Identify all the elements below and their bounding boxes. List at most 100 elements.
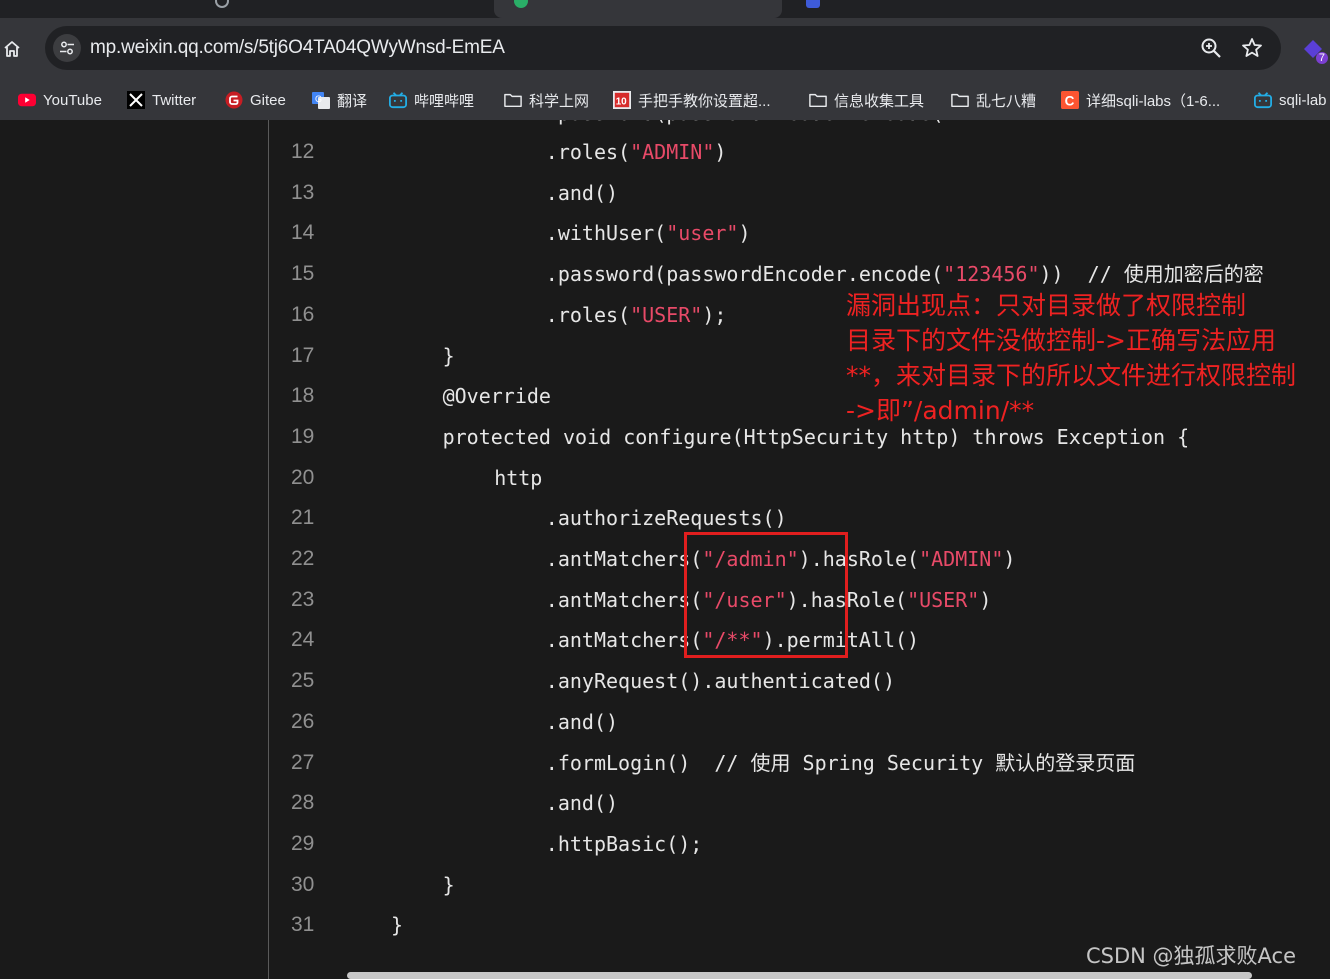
x-icon bbox=[127, 91, 145, 109]
translate-icon: G bbox=[312, 91, 330, 109]
home-button[interactable] bbox=[0, 36, 24, 62]
bookmark-gitee[interactable]: Gitee bbox=[225, 86, 286, 114]
string-literal: "ADMIN" bbox=[919, 547, 1004, 571]
bookmark-label: 详细sqli-labs（1-6... bbox=[1086, 92, 1221, 110]
code-token: ); bbox=[702, 302, 727, 327]
bookmark-label: YouTube bbox=[43, 91, 102, 109]
code-text: @Override bbox=[443, 381, 551, 411]
code-text: http bbox=[494, 463, 542, 493]
tab-4[interactable] bbox=[786, 0, 1086, 18]
code-text: .and() bbox=[546, 707, 618, 737]
wechat-icon bbox=[514, 0, 528, 8]
zoom-button[interactable] bbox=[1200, 37, 1222, 63]
code-line: 27 .formLogin() // 使用 Spring Security 默认的… bbox=[269, 743, 1330, 783]
line-number: 18 bbox=[291, 384, 315, 408]
code-text: .roles("ADMIN") bbox=[546, 137, 727, 167]
extension-button[interactable]: 7 bbox=[1302, 38, 1328, 64]
code-token: )) // 使用加密后的密 bbox=[1039, 262, 1264, 287]
line-number: 15 bbox=[291, 262, 315, 286]
bilibili-icon bbox=[1254, 91, 1272, 109]
bookmark-bilibili[interactable]: 哔哩哔哩 bbox=[389, 86, 474, 114]
youtube-icon bbox=[18, 91, 36, 109]
code-line: 14 .withUser("user") bbox=[269, 213, 1330, 253]
tab-favicon-icon bbox=[215, 0, 229, 8]
code-text: .httpBasic(); bbox=[546, 829, 703, 859]
line-number: 31 bbox=[291, 913, 315, 937]
string-literal: "123456" bbox=[943, 262, 1040, 287]
line-number: 17 bbox=[291, 343, 315, 367]
tab-3-active[interactable] bbox=[494, 0, 782, 18]
code-token: .roles( bbox=[545, 302, 631, 327]
horizontal-scrollbar[interactable] bbox=[347, 972, 1252, 979]
annotation-line: **，来对目录下的所以文件进行权限控制 bbox=[846, 361, 1297, 390]
line-number: 22 bbox=[291, 547, 315, 570]
code-text: .anyRequest().authenticated() bbox=[546, 666, 895, 696]
bookmark-folder-2[interactable]: 信息收集工具 bbox=[809, 86, 924, 114]
star-icon bbox=[1242, 38, 1262, 57]
bookmark-folder-3[interactable]: 乱七八糟 bbox=[951, 86, 1036, 114]
tab-2[interactable] bbox=[195, 0, 490, 18]
code-token: .roles( bbox=[545, 140, 631, 164]
tab-strip bbox=[0, 0, 1330, 18]
site-info-button[interactable] bbox=[53, 34, 81, 62]
bookmarks-bar: YouTube Twitter Gitee G 翻译 哔哩哔哩 科学上网 10 … bbox=[0, 80, 1330, 120]
line-number: 21 bbox=[291, 506, 315, 530]
address-bar[interactable]: mp.weixin.qq.com/s/5tj6O4TA04QWyWnsd-EmE… bbox=[45, 26, 1281, 70]
line-number: 19 bbox=[291, 424, 315, 448]
annotation-line: ->即”/admin/** bbox=[846, 396, 1035, 425]
bookmark-translate[interactable]: G 翻译 bbox=[312, 86, 367, 114]
bookmark-folder-1[interactable]: 科学上网 bbox=[504, 86, 589, 114]
line-number: 27 bbox=[291, 750, 315, 774]
code-text: .roles("USER"); bbox=[546, 300, 727, 330]
code-token: .withUser( bbox=[545, 221, 667, 246]
line-number: 29 bbox=[291, 831, 315, 855]
tab-1[interactable] bbox=[0, 0, 190, 18]
bookmark-sqli[interactable]: sqli-lab bbox=[1254, 86, 1327, 114]
annotation-line: 漏洞出现点：只对目录做了权限控制 bbox=[846, 291, 1247, 320]
bookmark-youtube[interactable]: YouTube bbox=[18, 86, 102, 114]
folder-icon bbox=[951, 91, 969, 109]
bookmark-label: 乱七八糟 bbox=[976, 92, 1037, 110]
code-text: .authorizeRequests() bbox=[546, 503, 787, 533]
code-text: } bbox=[443, 341, 455, 371]
line-number: 13 bbox=[291, 180, 315, 204]
code-line: 28 .and() bbox=[269, 783, 1330, 823]
bookmark-label: 哔哩哔哩 bbox=[414, 92, 475, 110]
extension-badge: 7 bbox=[1315, 52, 1328, 64]
code-text: } bbox=[391, 910, 403, 940]
toolbar: mp.weixin.qq.com/s/5tj6O4TA04QWyWnsd-EmE… bbox=[0, 18, 1330, 80]
line-number: 30 bbox=[291, 872, 315, 896]
code-token: .and() bbox=[545, 180, 619, 205]
bookmark-label: 手把手教你设置超... bbox=[638, 92, 771, 110]
code-token: .formLogin() // 使用 Spring Security 默认的登录… bbox=[545, 750, 1136, 775]
code-text: .and() bbox=[546, 178, 618, 208]
gitee-icon bbox=[225, 91, 243, 109]
code-token: .and() bbox=[545, 791, 619, 816]
url-text[interactable]: mp.weixin.qq.com/s/5tj6O4TA04QWyWnsd-EmE… bbox=[90, 37, 505, 59]
highlight-box bbox=[684, 532, 848, 658]
code-text: .withUser("user") bbox=[546, 218, 751, 248]
bookmark-star-button[interactable] bbox=[1241, 37, 1263, 63]
bookmark-article[interactable]: 10 手把手教你设置超... bbox=[613, 86, 771, 114]
bookmark-label: 翻译 bbox=[337, 92, 368, 110]
folder-icon bbox=[809, 91, 827, 109]
svg-text:G: G bbox=[315, 94, 322, 104]
line-number: 23 bbox=[291, 587, 315, 611]
line-number: 14 bbox=[291, 221, 315, 245]
code-token: .and() bbox=[545, 709, 619, 734]
zoom-in-icon bbox=[1201, 38, 1221, 58]
code-token: .antMatchers( bbox=[545, 587, 703, 612]
bookmark-label: sqli-lab bbox=[1279, 91, 1327, 109]
home-icon bbox=[4, 41, 20, 57]
string-literal: "USER" bbox=[907, 587, 980, 612]
line-number: 20 bbox=[291, 465, 315, 489]
line-number: 16 bbox=[291, 302, 315, 326]
bookmark-csdn[interactable]: C 详细sqli-labs（1-6... bbox=[1061, 86, 1220, 114]
code-token: .httpBasic(); bbox=[545, 831, 703, 856]
code-token: @Override bbox=[442, 384, 551, 409]
bookmark-twitter[interactable]: Twitter bbox=[127, 86, 196, 114]
code-text: .and() bbox=[546, 788, 618, 818]
code-token: http bbox=[494, 465, 543, 490]
bilibili-icon bbox=[389, 91, 407, 109]
code-token: ) bbox=[1003, 547, 1016, 571]
